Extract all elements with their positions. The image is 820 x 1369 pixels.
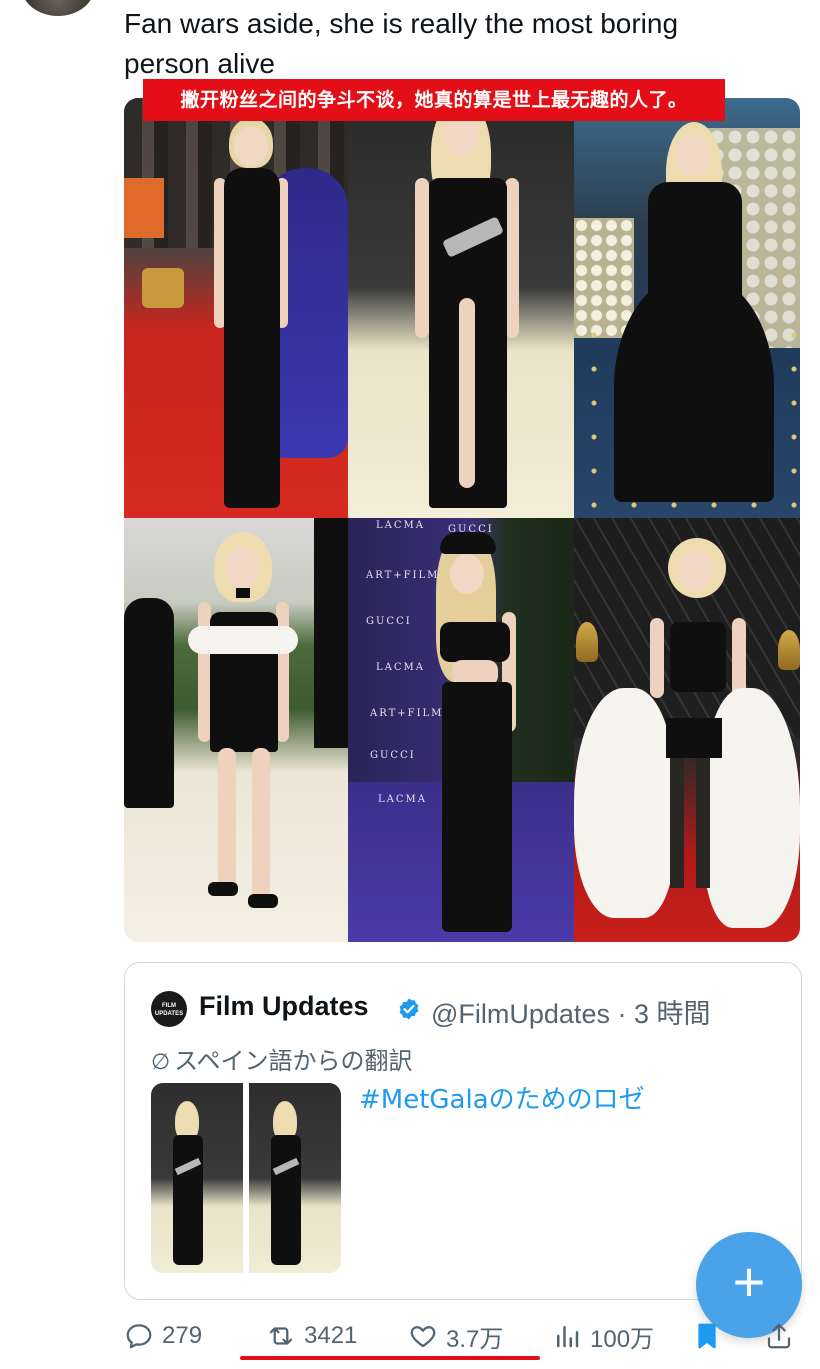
share-button[interactable]	[764, 1316, 794, 1356]
quoted-tweet-media[interactable]	[151, 1083, 341, 1273]
translation-note: ∅ スペイン語からの翻訳	[151, 1041, 413, 1076]
photo-figure	[412, 532, 542, 942]
tweet-action-bar: 279 3421 3.7万 100万	[124, 1316, 820, 1356]
red-underline-annotation	[240, 1356, 540, 1360]
translate-slash-icon: ∅	[151, 1050, 171, 1075]
bookmark-button[interactable]	[692, 1316, 722, 1356]
photo-backdrop-logo: LACMA	[376, 520, 425, 531]
photo-figure	[574, 538, 800, 938]
share-icon	[767, 1323, 791, 1349]
repost-icon	[269, 1327, 293, 1345]
photo-lacma-cutout-gown[interactable]: LACMA GUCCI ART+FILM GUCCI LACMA ART+FIL…	[348, 518, 574, 942]
photo-grammys-ballgown[interactable]	[574, 518, 800, 942]
photo-backdrop-logo: GUCCI	[366, 616, 412, 627]
photo-bystander	[314, 518, 348, 748]
reply-button[interactable]: 279	[124, 1316, 202, 1356]
heart-icon	[410, 1326, 436, 1348]
tweet-text-line-1: Fan wars aside, she is really the most b…	[124, 8, 679, 39]
reply-icon	[126, 1324, 152, 1349]
quoted-tweet-thumbnail[interactable]	[249, 1083, 341, 1273]
author-avatar[interactable]	[22, 0, 94, 16]
translation-note-text: スペイン語からの翻訳	[174, 1047, 413, 1075]
repost-count: 3421	[304, 1322, 358, 1349]
quoted-tweet-hashtag[interactable]: #MetGalaのためのロゼ	[359, 1079, 645, 1116]
quoted-tweet-author-name[interactable]: Film Updates	[199, 991, 369, 1022]
verified-badge-icon	[399, 998, 419, 1020]
quoted-tweet-avatar[interactable]: FILM UPDATES	[151, 991, 187, 1027]
bookmark-icon	[698, 1323, 716, 1349]
like-button[interactable]: 3.7万	[408, 1316, 503, 1356]
like-count: 3.7万	[446, 1325, 504, 1353]
tweet-text: Fan wars aside, she is really the most b…	[124, 4, 784, 84]
photo-tuxedo-gown-starry-carpet[interactable]	[574, 98, 800, 518]
quoted-tweet-handle-time: @FilmUpdates · 3 時間	[431, 999, 711, 1029]
views-button[interactable]: 100万	[552, 1316, 654, 1356]
reply-count: 279	[162, 1322, 203, 1349]
photo-handbag	[142, 268, 184, 308]
photo-figure	[614, 122, 774, 512]
photo-bystander	[124, 178, 164, 238]
photo-met-gala-slit-gown[interactable]	[348, 98, 574, 518]
photo-grid[interactable]: LACMA GUCCI ART+FILM GUCCI LACMA ART+FIL…	[124, 98, 800, 942]
photo-figure	[403, 98, 533, 518]
photo-backdrop-logo: GUCCI	[370, 750, 416, 761]
photo-figure	[188, 532, 308, 932]
quoted-tweet-thumbnail[interactable]	[151, 1083, 243, 1273]
photo-mini-dress-white-bow[interactable]	[124, 518, 348, 942]
photo-red-carpet-halter-gown[interactable]	[124, 98, 348, 518]
views-bar-chart-icon	[557, 1326, 579, 1348]
photo-figure	[194, 118, 304, 518]
tweet-text-line-2: person alive	[124, 48, 275, 79]
quoted-tweet-avatar-text: FILM UPDATES	[154, 1003, 184, 1017]
quoted-tweet-card[interactable]: FILM UPDATES Film Updates @FilmUpdates ·…	[124, 962, 802, 1300]
views-count: 100万	[590, 1325, 655, 1353]
translation-banner: 撇开粉丝之间的争斗不谈，她真的算是世上最无趣的人了。	[143, 79, 725, 121]
photo-bystander	[124, 598, 174, 808]
repost-button[interactable]: 3421	[266, 1316, 357, 1356]
